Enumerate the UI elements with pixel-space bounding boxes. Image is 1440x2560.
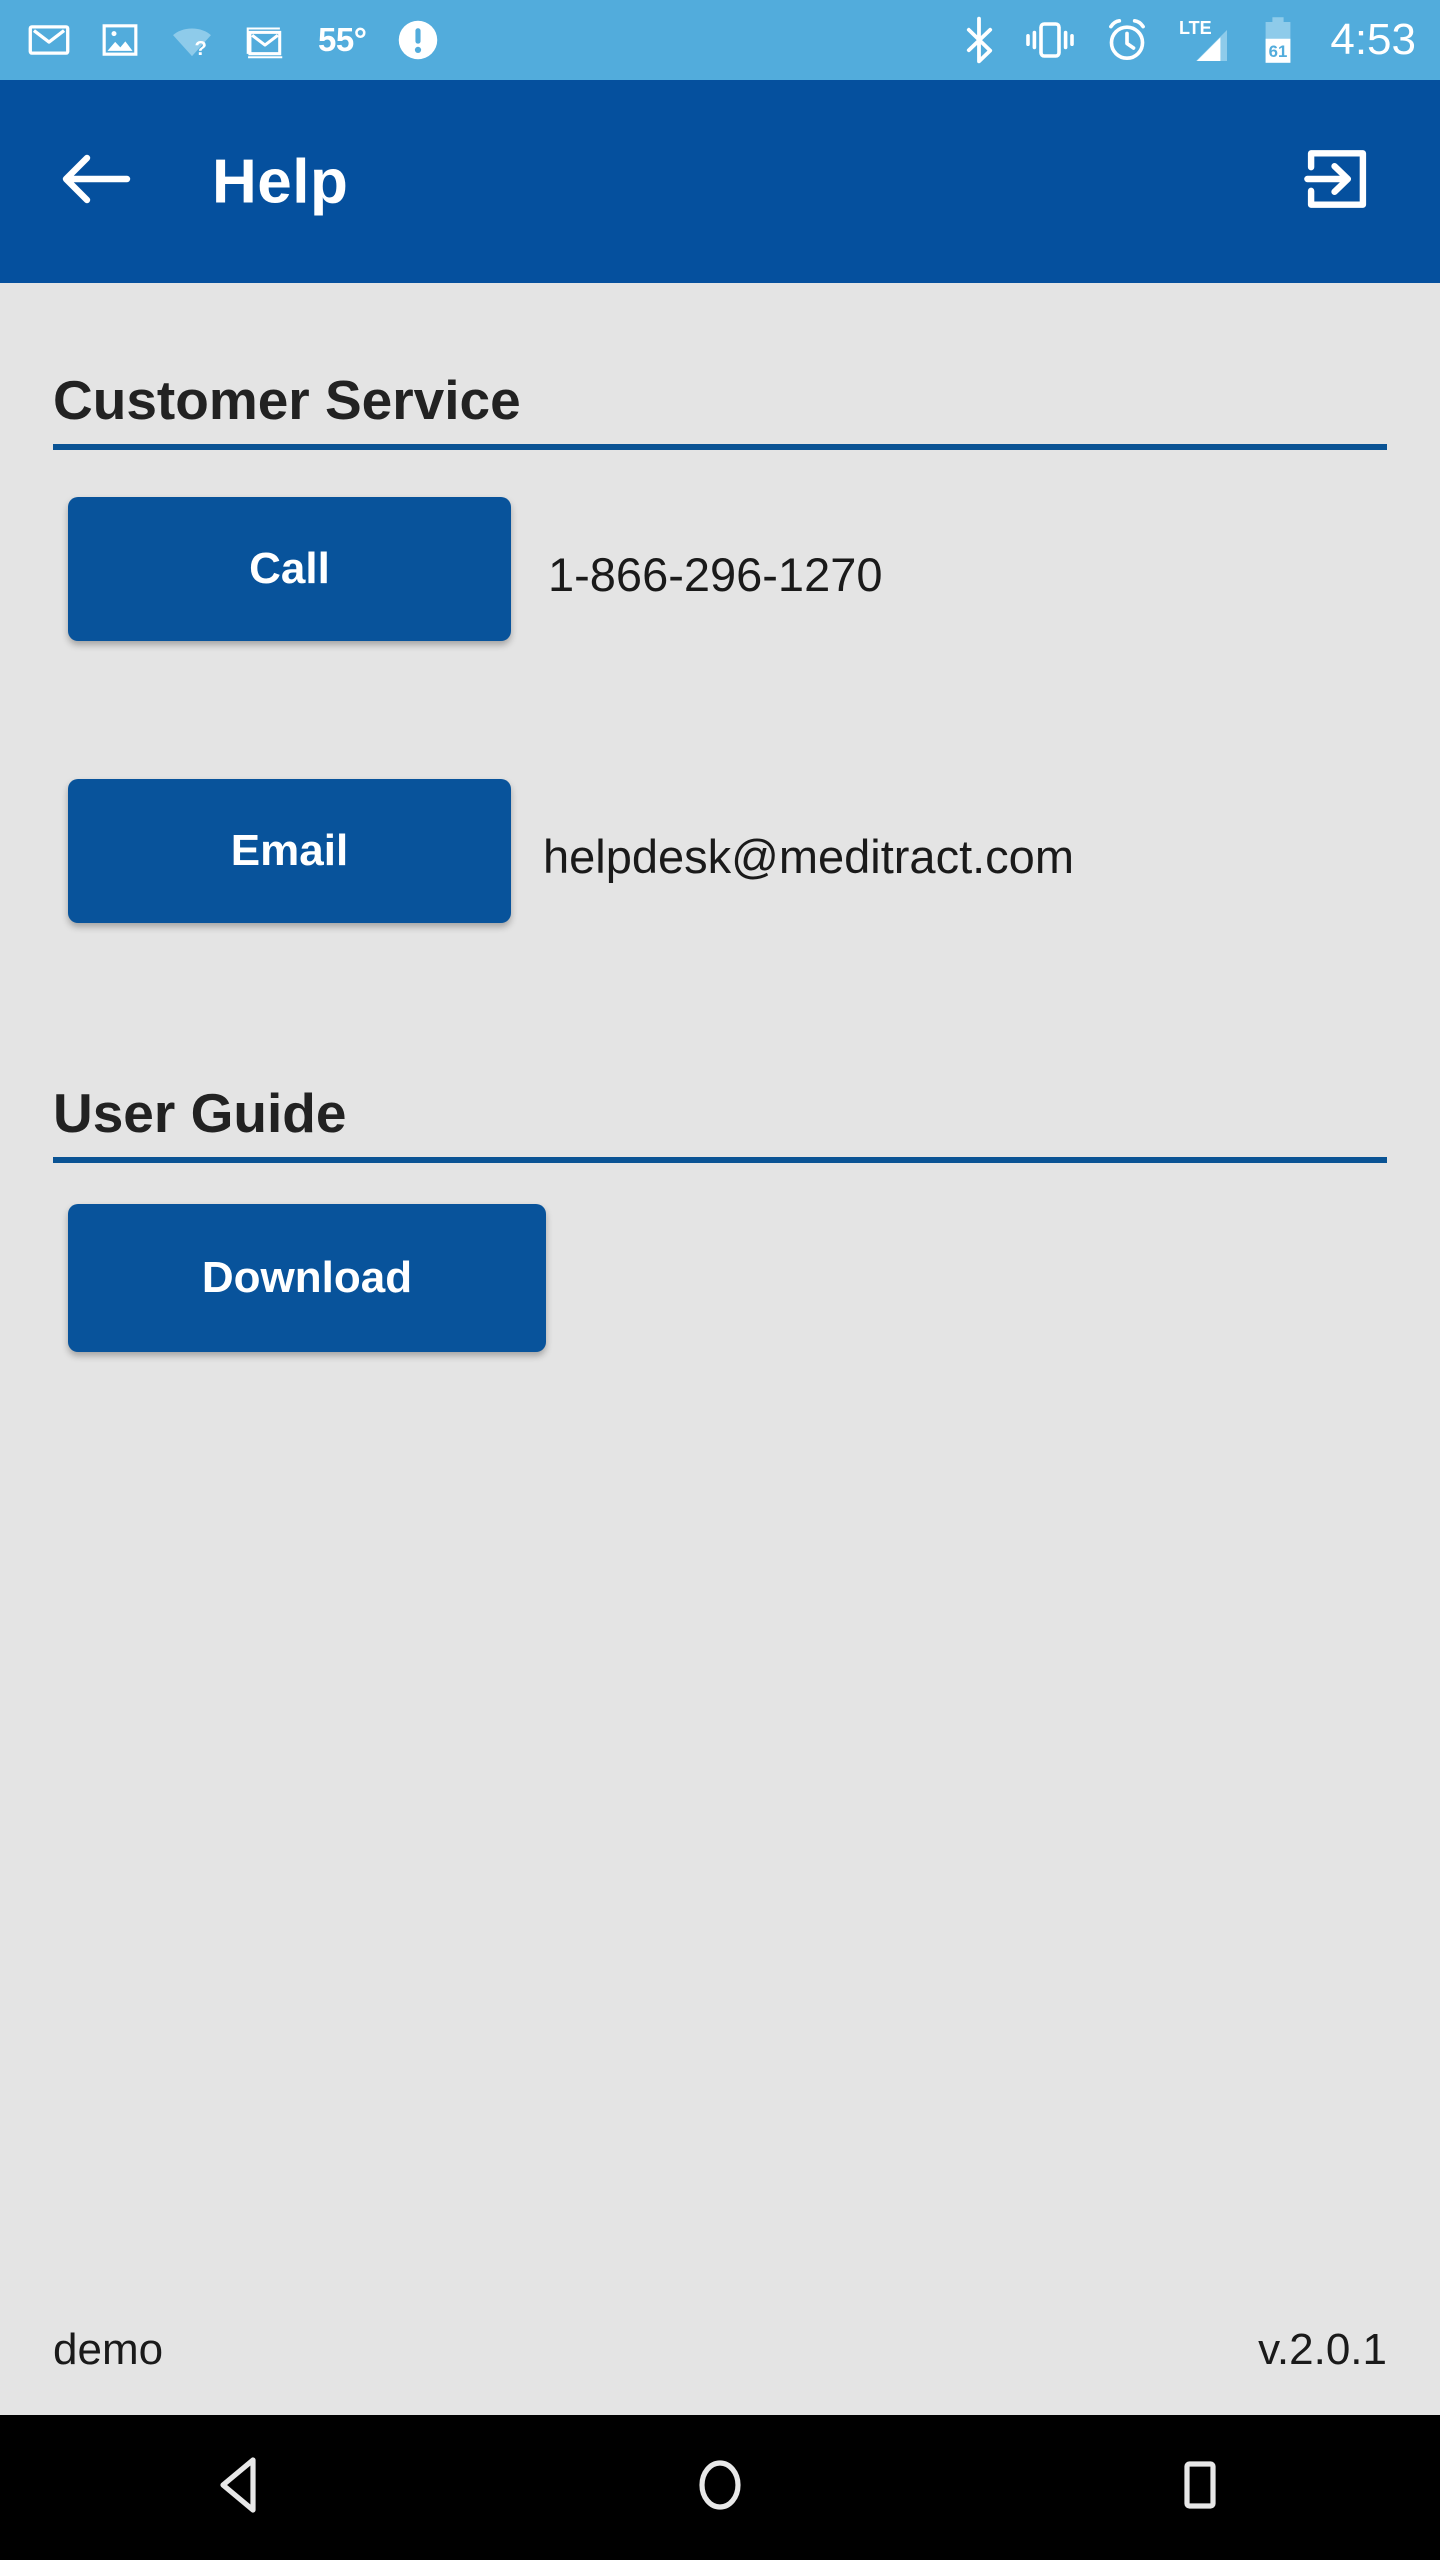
bluetooth-icon — [962, 16, 996, 64]
wifi-question-icon: ? — [170, 20, 214, 60]
vibrate-icon — [1022, 19, 1078, 61]
svg-text:61: 61 — [1269, 42, 1288, 61]
status-bar-left-icons: ? 55° — [0, 18, 962, 62]
phone-screen: ? 55° LTE 61 4:53 Help Customer Service … — [0, 0, 1440, 2560]
customer-service-email: helpdesk@meditract.com — [543, 830, 1074, 883]
nav-home-button[interactable] — [640, 2415, 800, 2560]
status-bar: ? 55° LTE 61 4:53 — [0, 0, 1440, 80]
section-divider-user-guide — [53, 1157, 1387, 1163]
svg-text:LTE: LTE — [1179, 18, 1212, 38]
logout-button[interactable] — [1298, 143, 1376, 221]
environment-label: demo — [53, 2325, 164, 2374]
svg-text:?: ? — [195, 38, 207, 60]
nav-recents-button[interactable] — [1120, 2415, 1280, 2560]
logout-icon — [1300, 142, 1374, 221]
temperature-label: 55° — [318, 21, 367, 58]
gmail-icon — [28, 19, 70, 61]
section-heading-customer-service: Customer Service — [53, 369, 521, 431]
status-bar-clock: 4:53 — [1330, 15, 1416, 64]
main-content: Customer Service Call 1-866-296-1270 Ema… — [0, 283, 1440, 2415]
section-heading-user-guide: User Guide — [53, 1082, 347, 1144]
square-recents-icon — [1174, 2455, 1226, 2520]
customer-service-phone: 1-866-296-1270 — [548, 548, 883, 601]
android-nav-bar — [0, 2415, 1440, 2560]
call-button[interactable]: Call — [68, 497, 511, 641]
page-title: Help — [212, 147, 349, 216]
arrow-left-icon — [60, 149, 132, 214]
download-button[interactable]: Download — [68, 1204, 546, 1352]
signal-icon: LTE — [1176, 15, 1232, 65]
circle-home-icon — [691, 2454, 749, 2521]
alarm-icon — [1104, 17, 1150, 63]
status-bar-right-icons: LTE 61 4:53 — [962, 14, 1440, 66]
exclamation-circle-icon — [396, 18, 440, 62]
nav-back-button[interactable] — [160, 2415, 320, 2560]
triangle-back-icon — [211, 2454, 269, 2521]
battery-icon: 61 — [1258, 14, 1298, 66]
version-label: v.2.0.1 — [1258, 2325, 1387, 2374]
email-button[interactable]: Email — [68, 779, 511, 923]
gmail-stack-icon — [244, 19, 288, 61]
section-divider-customer-service — [53, 444, 1387, 450]
back-button[interactable] — [60, 146, 132, 218]
photo-icon — [100, 20, 140, 60]
app-bar: Help — [0, 80, 1440, 283]
